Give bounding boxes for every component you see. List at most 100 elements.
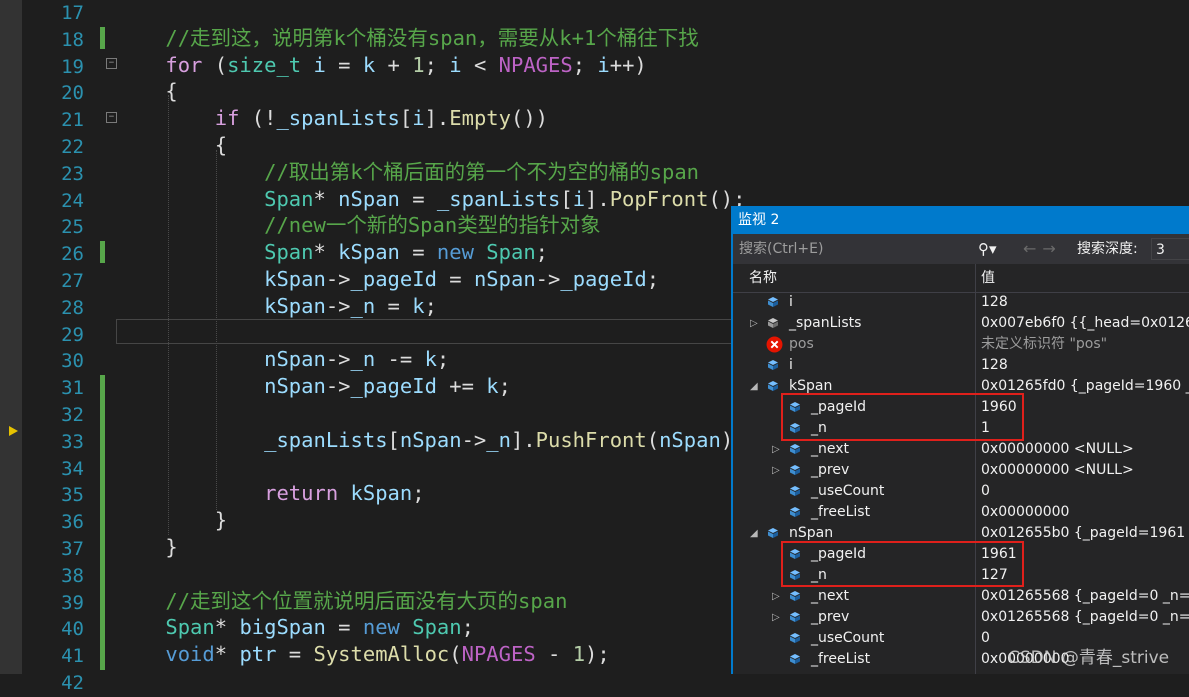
highlight-box <box>781 541 1024 587</box>
search-input[interactable]: 搜索(Ctrl+E) <box>739 234 823 264</box>
watch-value[interactable]: 0x00000000 <NULL> <box>981 460 1189 481</box>
watch-name: _freeList <box>811 504 871 520</box>
line-number: 26 <box>61 243 84 266</box>
line-number: 25 <box>61 216 84 239</box>
line-number: 29 <box>61 323 84 346</box>
watch-header: 名称 值 <box>733 264 1189 293</box>
line-number: 38 <box>61 564 84 587</box>
change-marker <box>100 27 105 49</box>
code-line: if (!_spanLists[i].Empty()) <box>214 106 549 131</box>
column-separator[interactable] <box>975 264 976 292</box>
change-marker <box>100 375 105 670</box>
line-number: 17 <box>61 2 84 24</box>
collapse-icon[interactable]: ◢ <box>750 376 758 397</box>
watch-row[interactable]: pos 未定义标识符 "pos" <box>733 334 1189 355</box>
expand-icon[interactable]: ▷ <box>772 586 780 607</box>
line-number: 33 <box>61 430 84 453</box>
watch-title[interactable]: 监视 2 <box>733 206 1189 234</box>
watch-row[interactable]: i 128 <box>733 292 1189 313</box>
field-icon <box>768 528 778 538</box>
line-number: 27 <box>61 269 84 292</box>
field-icon <box>790 654 800 664</box>
watch-name: i <box>789 357 793 373</box>
search-depth-label: 搜索深度: <box>1077 241 1138 257</box>
watch-name: _useCount <box>811 483 885 499</box>
expand-icon[interactable]: ▷ <box>772 439 780 460</box>
watch-search-bar: 搜索(Ctrl+E) ⚲▾ ←→ 搜索深度: 3 <box>733 234 1189 264</box>
search-icon[interactable]: ⚲▾ <box>978 234 997 264</box>
code-line: { <box>116 132 228 157</box>
line-numbers: 17 18 19 20 21 22 23 24 25 26 27 28 29 3… <box>22 0 92 697</box>
watch-value[interactable]: 0 <box>981 481 1189 502</box>
watch-name: _next <box>811 441 850 457</box>
watch-value[interactable]: 128 <box>981 355 1189 376</box>
watch-value[interactable]: 0x01265568 {_pageId=0 _n=0 _n <box>981 586 1189 607</box>
watch-value[interactable]: 0x00000000 <NULL> <box>981 439 1189 460</box>
field-icon <box>790 507 800 517</box>
column-header-value[interactable]: 值 <box>981 264 995 292</box>
current-statement-arrow-icon <box>9 426 18 436</box>
line-number: 28 <box>61 296 84 319</box>
watch-name: _useCount <box>811 630 885 646</box>
field-icon <box>790 612 800 622</box>
line-number: 39 <box>61 591 84 614</box>
line-number: 20 <box>61 82 84 105</box>
watch-row[interactable]: ▷ _prev 0x01265568 {_pageId=0 _n=0 _n <box>733 607 1189 628</box>
watch-row[interactable]: _useCount 0 <box>733 481 1189 502</box>
collapse-icon[interactable]: ◢ <box>750 523 758 544</box>
line-number: 40 <box>61 618 84 641</box>
search-depth-select[interactable]: 3 <box>1151 238 1189 260</box>
line-number: 30 <box>61 350 84 373</box>
private-field-icon <box>768 318 778 328</box>
code-line: //取出第k个桶后面的第一个不为空的桶的span <box>264 159 700 184</box>
search-nav-icons[interactable]: ←→ <box>1023 234 1062 264</box>
watch-value[interactable]: 0x007eb6f0 {{_head=0x01263f30 <box>981 313 1189 334</box>
code-line: for (size_t i = k + 1; i < NPAGES; i++) <box>165 52 647 77</box>
watch-row[interactable]: ▷ _spanLists 0x007eb6f0 {{_head=0x01263f… <box>733 313 1189 334</box>
error-icon <box>766 336 783 353</box>
watch-name: _prev <box>811 609 850 625</box>
watch-name: _freeList <box>811 651 871 667</box>
watch-value[interactable]: 未定义标识符 "pos" <box>981 334 1189 355</box>
watch-row[interactable]: ▷ _next 0x00000000 <NULL> <box>733 439 1189 460</box>
line-number: 41 <box>61 645 84 668</box>
watch-value[interactable]: 0x00000000 <box>981 502 1189 523</box>
change-marker <box>100 241 105 263</box>
watch-rows: i 128 ▷ _spanLists 0x007eb6f0 {{_head=0x… <box>733 292 1189 670</box>
column-header-name[interactable]: 名称 <box>749 264 777 292</box>
expand-icon[interactable]: ▷ <box>772 607 780 628</box>
line-number: 31 <box>61 377 84 400</box>
line-number: 18 <box>61 28 84 51</box>
code-line: //走到这，说明第k个桶没有span，需要从k+1个桶往下找 <box>165 25 699 50</box>
watch-value[interactable]: 0x01265568 {_pageId=0 _n=0 _n <box>981 607 1189 628</box>
field-icon <box>790 591 800 601</box>
line-number: 35 <box>61 484 84 507</box>
line-number: 21 <box>61 109 84 132</box>
field-icon <box>768 360 778 370</box>
field-icon <box>790 465 800 475</box>
watermark: CSDN @青春_strive <box>1008 648 1170 668</box>
highlight-box <box>781 393 1024 441</box>
watch-name: i <box>789 294 793 310</box>
watch-name: _prev <box>811 462 850 478</box>
watch-row[interactable]: i 128 <box>733 355 1189 376</box>
line-number: 24 <box>61 189 84 212</box>
indicator-margin <box>0 0 22 674</box>
watch-row[interactable]: ▷ _prev 0x00000000 <NULL> <box>733 460 1189 481</box>
field-icon <box>768 297 778 307</box>
line-number: 22 <box>61 135 84 158</box>
line-number: 37 <box>61 537 84 560</box>
watch-name: pos <box>789 336 814 352</box>
field-icon <box>790 633 800 643</box>
code-line: { <box>116 79 178 104</box>
line-number: 19 <box>61 55 84 78</box>
watch-value[interactable]: 128 <box>981 292 1189 313</box>
watch-row[interactable]: ▷ _next 0x01265568 {_pageId=0 _n=0 _n <box>733 586 1189 607</box>
expand-icon[interactable]: ▷ <box>750 313 758 334</box>
line-number: 23 <box>61 162 84 185</box>
expand-icon[interactable]: ▷ <box>772 460 780 481</box>
line-number: 34 <box>61 457 84 480</box>
watch-row[interactable]: _freeList 0x00000000 <box>733 502 1189 523</box>
field-icon <box>790 486 800 496</box>
